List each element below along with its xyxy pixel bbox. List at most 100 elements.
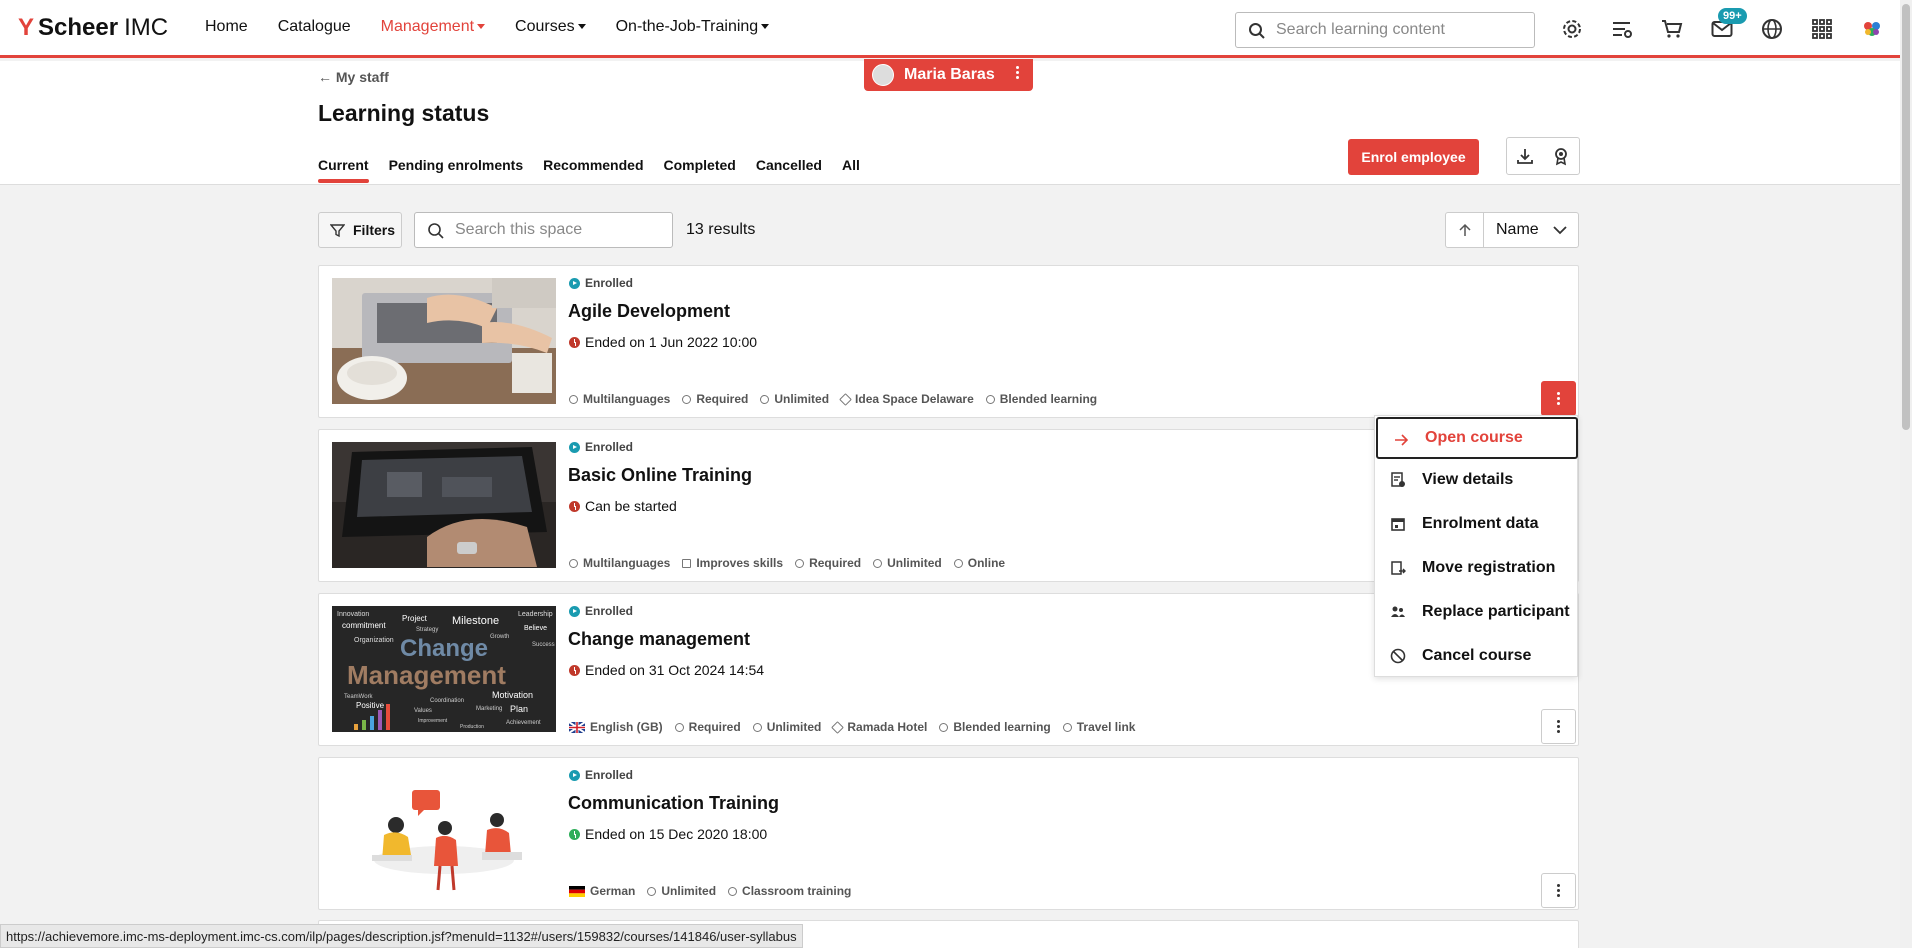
sort-direction-button[interactable] <box>1446 213 1484 247</box>
menu-move-registration[interactable]: Move registration <box>1375 547 1579 589</box>
meta-travel: Travel link <box>1062 720 1135 734</box>
caret-down-icon <box>761 24 770 30</box>
chart-icon <box>682 558 692 568</box>
nav-catalogue[interactable]: Catalogue <box>278 18 351 36</box>
cart-icon[interactable] <box>1660 17 1684 41</box>
apps-grid-icon[interactable] <box>1810 17 1834 41</box>
play-icon <box>569 441 580 453</box>
meta-seats: Unlimited <box>760 392 829 406</box>
more-vertical-icon <box>1557 720 1560 733</box>
clock-icon <box>569 500 580 512</box>
space-search <box>414 212 673 248</box>
person-icon <box>647 886 657 896</box>
download-icon <box>1517 149 1533 164</box>
meta-goal: Improves skills <box>682 556 783 570</box>
enrol-employee-button[interactable]: Enrol employee <box>1348 139 1479 175</box>
browser-status-url: https://achievemore.imc-ms-deployment.im… <box>0 924 803 948</box>
clock-icon <box>569 664 580 676</box>
course-title[interactable]: Basic Online Training <box>568 465 752 486</box>
course-card[interactable]: Enrolled Agile Development Ended on 1 Ju… <box>318 265 1579 418</box>
course-actions-button[interactable] <box>1541 873 1576 908</box>
play-icon <box>569 769 580 781</box>
menu-cancel-course[interactable]: Cancel course <box>1375 635 1579 677</box>
tab-current[interactable]: Current <box>318 157 369 183</box>
task-list-icon[interactable] <box>1610 17 1634 41</box>
thumb-word: Management <box>347 660 506 690</box>
arrow-right-icon <box>1395 434 1409 446</box>
arrow-up-icon <box>1458 223 1471 236</box>
status-badge: Enrolled <box>569 604 633 618</box>
logo[interactable]: Y Scheer IMC <box>18 14 168 42</box>
nav-courses[interactable]: Courses <box>515 18 586 36</box>
menu-open-course[interactable]: Open course <box>1376 417 1578 459</box>
tab-cancelled[interactable]: Cancelled <box>756 157 822 183</box>
meta-language: Multilanguages <box>569 392 670 406</box>
thumb-word: Innovation <box>337 611 369 618</box>
graduation-cap-icon <box>953 558 963 568</box>
travel-link-icon <box>1062 722 1072 732</box>
course-date: Ended on 15 Dec 2020 18:00 <box>569 826 767 842</box>
meta-type: Blended learning <box>939 720 1051 734</box>
thumb-word: Project <box>402 614 428 623</box>
status-badge: Enrolled <box>569 768 633 782</box>
person-icon <box>760 394 770 404</box>
tab-completed[interactable]: Completed <box>664 157 736 183</box>
course-date: Ended on 31 Oct 2024 14:54 <box>569 662 764 678</box>
page-title: Learning status <box>318 100 490 126</box>
sort-field-select[interactable]: Name <box>1484 213 1578 247</box>
partner-logo-icon[interactable] <box>1860 17 1884 41</box>
global-search-input[interactable] <box>1276 21 1516 39</box>
menu-view-details[interactable]: View details <box>1375 459 1579 501</box>
inbox-count-badge: 99+ <box>1718 8 1747 24</box>
meta-language: English (GB) <box>569 720 663 734</box>
thumb-word: Production <box>460 724 484 730</box>
sort-label: Name <box>1496 221 1539 238</box>
page-scrollbar[interactable] <box>1900 0 1912 948</box>
globe-icon[interactable] <box>1760 17 1784 41</box>
certificate-button[interactable] <box>1543 138 1579 174</box>
nav-home[interactable]: Home <box>205 18 248 36</box>
thumb-word: TeamWork <box>344 694 374 700</box>
filters-button[interactable]: Filters <box>318 212 402 248</box>
meta-requirement: Required <box>682 392 748 406</box>
thumb-word: Organization <box>354 637 394 644</box>
course-title[interactable]: Agile Development <box>568 301 730 322</box>
course-actions-button[interactable] <box>1541 381 1576 416</box>
main-menu: Home Catalogue Management Courses On-the… <box>205 18 770 36</box>
tab-pending-enrolments[interactable]: Pending enrolments <box>389 157 524 183</box>
menu-enrolment-data[interactable]: Enrolment data <box>1375 503 1579 545</box>
cancel-icon <box>1390 648 1406 664</box>
course-date: Can be started <box>569 498 677 514</box>
download-button[interactable] <box>1507 138 1543 174</box>
clock-icon <box>682 394 692 404</box>
filter-icon <box>330 224 345 238</box>
scrollbar-thumb[interactable] <box>1902 4 1910 430</box>
menu-replace-participant[interactable]: Replace participant <box>1375 591 1579 633</box>
course-card[interactable]: Enrolled Communication Training Ended on… <box>318 757 1579 910</box>
meta-seats: Unlimited <box>647 884 716 898</box>
tab-all[interactable]: All <box>842 157 860 183</box>
course-title[interactable]: Communication Training <box>568 793 779 814</box>
graduation-cap-icon <box>728 886 738 896</box>
thumb-word: Coordination <box>430 698 464 704</box>
tab-recommended[interactable]: Recommended <box>543 157 643 183</box>
clock-icon <box>569 336 580 348</box>
selected-user-pill[interactable]: Maria Baras <box>864 59 1033 91</box>
more-vertical-icon[interactable] <box>1016 66 1019 79</box>
meta-seats: Unlimited <box>752 720 821 734</box>
person-icon <box>752 722 762 732</box>
nav-management[interactable]: Management <box>381 18 486 36</box>
nav-on-the-job-training[interactable]: On-the-Job-Training <box>616 18 770 36</box>
thumb-word: Success <box>532 642 555 648</box>
course-actions-button[interactable] <box>1541 709 1576 744</box>
course-title[interactable]: Change management <box>568 629 750 650</box>
course-thumbnail <box>332 442 556 568</box>
thumb-word: Strategy <box>416 627 438 633</box>
certificate-icon <box>1555 148 1567 166</box>
graduation-cap-icon <box>985 394 995 404</box>
gear-icon[interactable] <box>1560 17 1584 41</box>
play-icon <box>569 605 580 617</box>
back-link[interactable]: ← My staff <box>318 69 389 85</box>
space-search-input[interactable] <box>455 221 655 239</box>
global-search <box>1235 12 1535 48</box>
